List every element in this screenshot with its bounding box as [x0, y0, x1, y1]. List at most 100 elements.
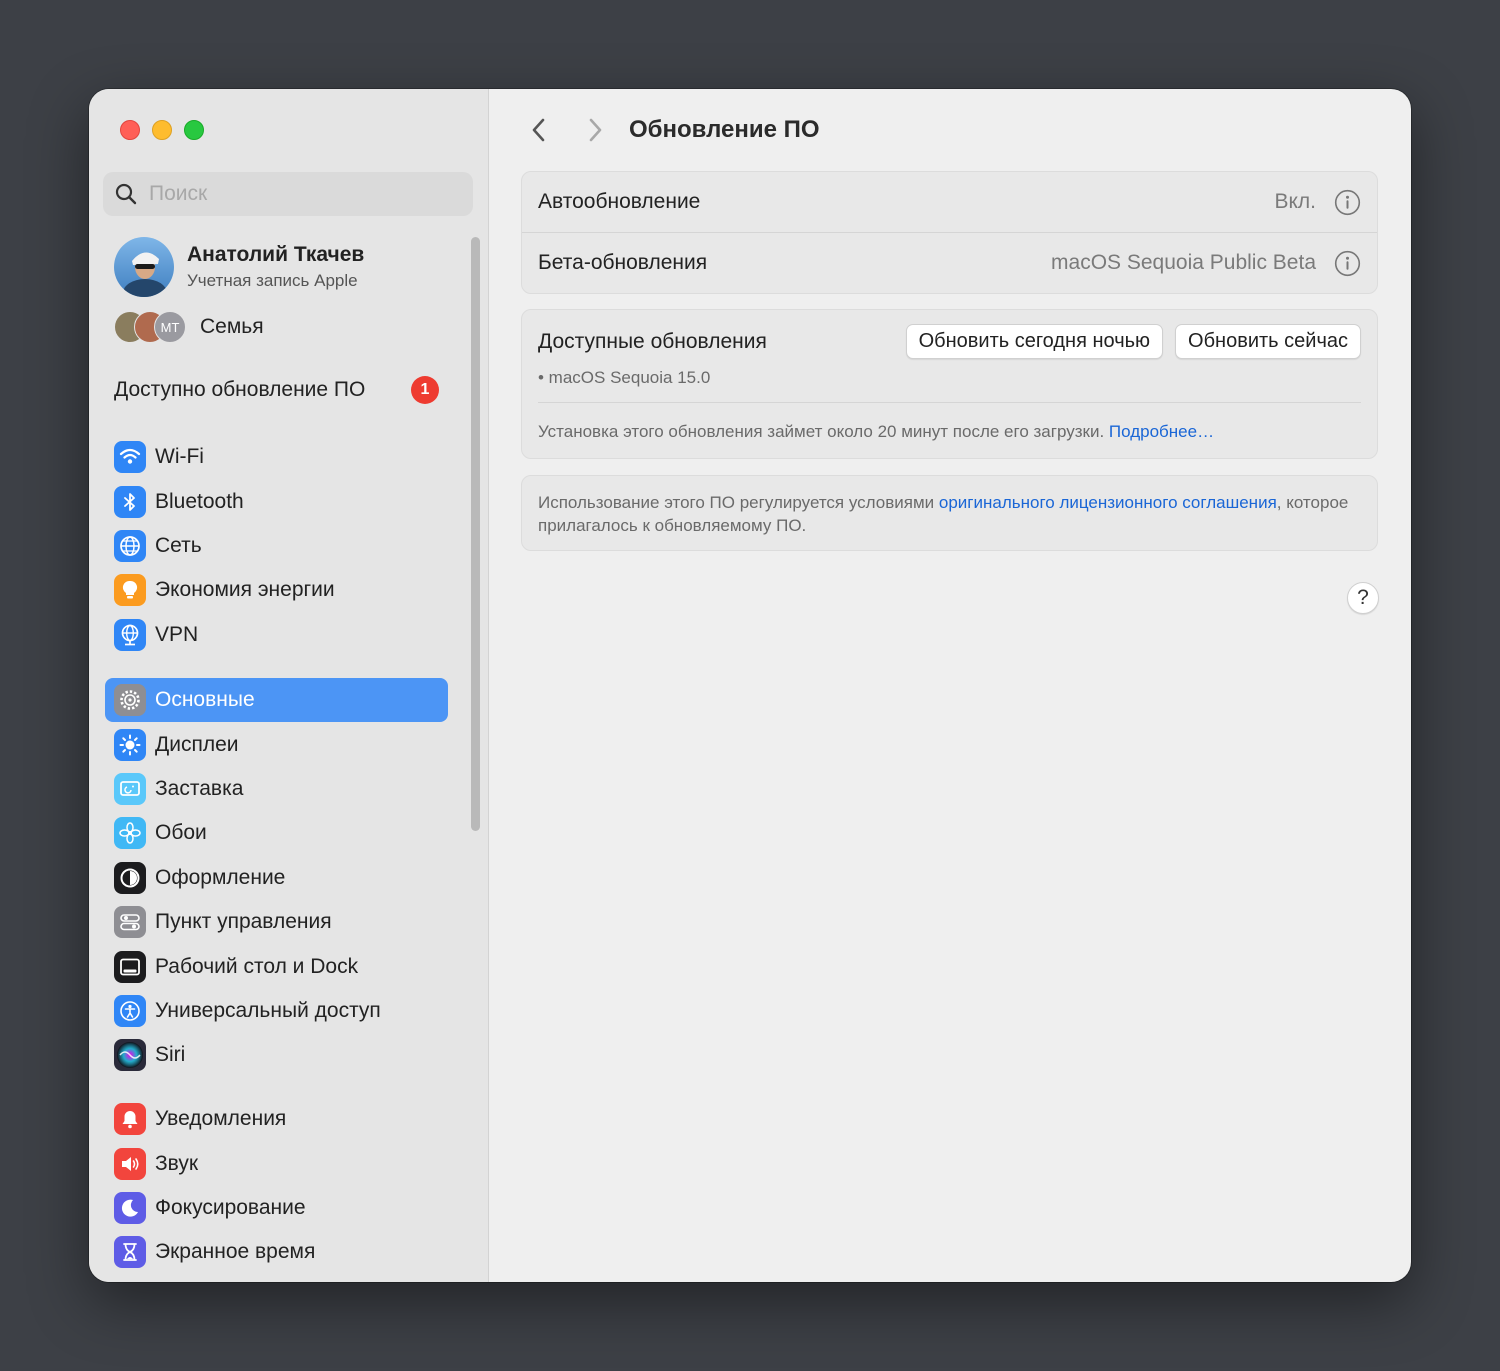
divider [538, 402, 1361, 403]
info-icon[interactable] [1334, 189, 1361, 216]
account-name: Анатолий Ткачев [187, 243, 365, 266]
family-avatars: МТ [114, 311, 189, 343]
help-button[interactable]: ? [1347, 582, 1379, 614]
sidebar-item-label: Siri [155, 1043, 186, 1067]
license-text-before: Использование этого ПО регулируется усло… [538, 493, 935, 512]
appearance-icon [114, 861, 146, 894]
page-title: Обновление ПО [629, 116, 820, 143]
family-item[interactable]: МТ Семья [114, 311, 264, 343]
chevron-left-icon [532, 118, 545, 142]
sidebar-item-dock[interactable]: Рабочий стол и Dock [105, 944, 448, 988]
sidebar-item-accessibility[interactable]: Универсальный доступ [105, 989, 448, 1033]
account-subtitle: Учетная запись Apple [187, 271, 358, 290]
sidebar-item-sun[interactable]: Дисплеи [105, 722, 448, 766]
sidebar-item-bluetooth[interactable]: Bluetooth [105, 479, 448, 523]
dock-icon [114, 950, 146, 983]
sidebar-item-label: Оформление [155, 865, 286, 889]
info-icon[interactable] [1334, 250, 1361, 277]
sidebar-item-wifi[interactable]: Wi-Fi [105, 435, 448, 479]
update-available-label: Доступно обновление ПО [114, 378, 366, 401]
family-avatar-initials: МТ [154, 311, 186, 343]
license-link[interactable]: оригинального лицензионного соглашения [939, 493, 1277, 512]
update-settings-card: Автообновление Вкл. Бета-обновления macO… [521, 171, 1378, 294]
more-info-link[interactable]: Подробнее… [1109, 422, 1214, 441]
control-center-icon [114, 906, 146, 939]
sidebar-item-control-center[interactable]: Пункт управления [105, 900, 448, 944]
sidebar-item-hourglass[interactable]: Экранное время [105, 1230, 448, 1274]
update-note: Установка этого обновления займет около … [538, 420, 1214, 443]
sidebar-scrollbar[interactable] [471, 237, 480, 831]
avatar [114, 237, 174, 297]
sidebar-item-speaker[interactable]: Звук [105, 1141, 448, 1185]
family-label: Семья [200, 315, 264, 338]
sidebar-item-gear[interactable]: Основные [105, 678, 448, 723]
sidebar-item-label: Заставка [155, 776, 244, 800]
sidebar-item-vpn-globe[interactable]: VPN [105, 613, 448, 657]
sidebar-group-network: Wi-Fi Bluetooth Сеть Экономия энергии VPN [105, 435, 448, 657]
sidebar-item-label: Сеть [155, 533, 202, 557]
flower-icon [114, 817, 146, 850]
sidebar: Анатолий Ткачев Учетная запись Apple МТ … [89, 89, 489, 1282]
sidebar-item-label: Обои [155, 821, 207, 845]
auto-update-value: Вкл. [1274, 190, 1316, 213]
available-updates-card: Доступные обновления • macOS Sequoia 15.… [521, 309, 1378, 459]
sidebar-item-siri[interactable]: Siri [105, 1033, 448, 1077]
gear-icon [114, 684, 146, 717]
vpn-globe-icon [114, 618, 146, 651]
minimize-button[interactable] [152, 120, 172, 140]
sidebar-item-lightbulb[interactable]: Экономия энергии [105, 568, 448, 612]
sidebar-item-label: VPN [155, 622, 199, 646]
forward-button[interactable] [577, 112, 613, 148]
beta-updates-label: Бета-обновления [538, 251, 708, 274]
sidebar-item-label: Wi-Fi [155, 445, 204, 469]
update-note-text: Установка этого обновления займет около … [538, 422, 1105, 441]
license-text: Использование этого ПО регулируется усло… [538, 491, 1361, 537]
license-card: Использование этого ПО регулируется усло… [521, 475, 1378, 551]
hourglass-icon [114, 1236, 146, 1269]
sidebar-item-label: Уведомления [155, 1107, 287, 1131]
chevron-right-icon [589, 118, 602, 142]
globe-icon [114, 529, 146, 562]
sidebar-item-label: Пункт управления [155, 910, 332, 934]
update-now-button[interactable]: Обновить сейчас [1175, 324, 1361, 359]
sidebar-item-appearance[interactable]: Оформление [105, 856, 448, 900]
sidebar-group-system: Основные Дисплеи Заставка Обои Оформление Пун… [105, 678, 448, 1078]
wifi-icon [114, 441, 146, 474]
sidebar-item-flower[interactable]: Обои [105, 811, 448, 855]
search-input[interactable] [147, 181, 451, 207]
main-pane: Обновление ПО Автообновление Вкл. Бета-о… [489, 89, 1411, 1282]
close-button[interactable] [120, 120, 140, 140]
sidebar-item-moon[interactable]: Фокусирование [105, 1186, 448, 1230]
update-tonight-button[interactable]: Обновить сегодня ночью [905, 324, 1164, 359]
sidebar-item-globe[interactable]: Сеть [105, 524, 448, 568]
sidebar-item-label: Фокусирование [155, 1195, 306, 1219]
zoom-button[interactable] [184, 120, 204, 140]
screensaver-icon [114, 772, 146, 805]
settings-window: Анатолий Ткачев Учетная запись Apple МТ … [89, 89, 1411, 1282]
speaker-icon [114, 1147, 146, 1180]
sidebar-item-label: Универсальный доступ [155, 998, 381, 1022]
moon-icon [114, 1191, 146, 1224]
update-info: Доступные обновления • macOS Sequoia 15.… [538, 330, 767, 388]
update-badge: 1 [411, 376, 439, 404]
apple-account[interactable]: Анатолий Ткачев Учетная запись Apple [114, 237, 364, 297]
sidebar-item-label: Основные [155, 688, 255, 712]
auto-update-row: Автообновление Вкл. [522, 172, 1377, 232]
sidebar-item-label: Экономия энергии [155, 578, 335, 602]
sidebar-item-screensaver[interactable]: Заставка [105, 767, 448, 811]
bluetooth-icon [114, 485, 146, 518]
toolbar: Обновление ПО [521, 107, 820, 153]
auto-update-label: Автообновление [538, 190, 701, 213]
sidebar-item-label: Звук [155, 1151, 199, 1175]
update-item: • macOS Sequoia 15.0 [538, 368, 711, 387]
sidebar-item-label: Экранное время [155, 1240, 316, 1264]
software-update-available[interactable]: Доступно обновление ПО 1 [114, 376, 439, 404]
back-button[interactable] [521, 112, 557, 148]
sidebar-item-bell[interactable]: Уведомления [105, 1097, 448, 1141]
update-buttons: Обновить сегодня ночью Обновить сейчас [905, 324, 1361, 359]
search-field[interactable] [103, 172, 473, 216]
available-updates-title: Доступные обновления [538, 330, 767, 353]
sidebar-item-label: Дисплеи [155, 732, 239, 756]
sidebar-group-notifications: Уведомления Звук Фокусирование Экранное вре… [105, 1097, 448, 1275]
sidebar-item-label: Bluetooth [155, 489, 244, 513]
